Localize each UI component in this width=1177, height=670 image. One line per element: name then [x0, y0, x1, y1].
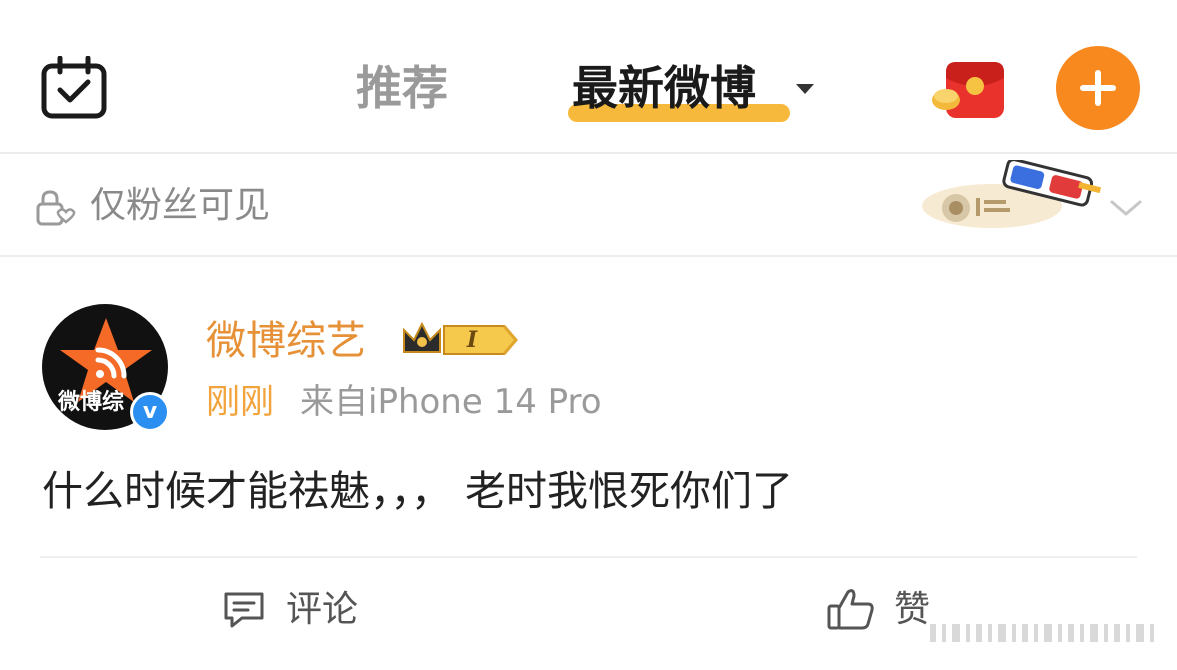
post-text: 什么时候才能祛魅，，， 老时我恨死你们了: [42, 467, 794, 515]
visibility-label: 仅粉丝可见: [90, 185, 271, 226]
divider: [40, 556, 1137, 558]
divider: [0, 152, 1177, 154]
verified-check: v: [142, 399, 158, 424]
tab-recommended[interactable]: 推荐: [356, 56, 448, 120]
watermark-bars: [930, 624, 1154, 642]
red-packet-icon[interactable]: [930, 56, 1010, 126]
post-source: 来自iPhone 14 Pro: [300, 382, 602, 422]
lock-icon: [36, 190, 76, 226]
3d-glasses-sticker: [922, 160, 1102, 228]
post-time: 刚刚: [206, 382, 274, 422]
crown-level-badge-icon: I: [403, 321, 518, 355]
compose-plus-button[interactable]: [1056, 46, 1140, 130]
author-name[interactable]: 微博综艺: [206, 314, 366, 368]
like-button[interactable]: 赞: [894, 584, 930, 636]
caret-down-icon[interactable]: [796, 84, 814, 94]
thumbs-up-icon[interactable]: [826, 586, 876, 632]
tab-latest-weibo-label: 最新微博: [572, 61, 756, 115]
verified-badge-icon: v: [130, 392, 170, 432]
comment-button[interactable]: 评论: [286, 584, 358, 636]
calendar-check-icon[interactable]: [40, 56, 108, 120]
tab-latest-weibo[interactable]: 最新微博: [572, 56, 756, 120]
chevron-down-icon[interactable]: [1106, 194, 1146, 222]
comment-icon[interactable]: [222, 590, 266, 630]
divider: [0, 255, 1177, 257]
badge-level-text: I: [466, 327, 478, 353]
